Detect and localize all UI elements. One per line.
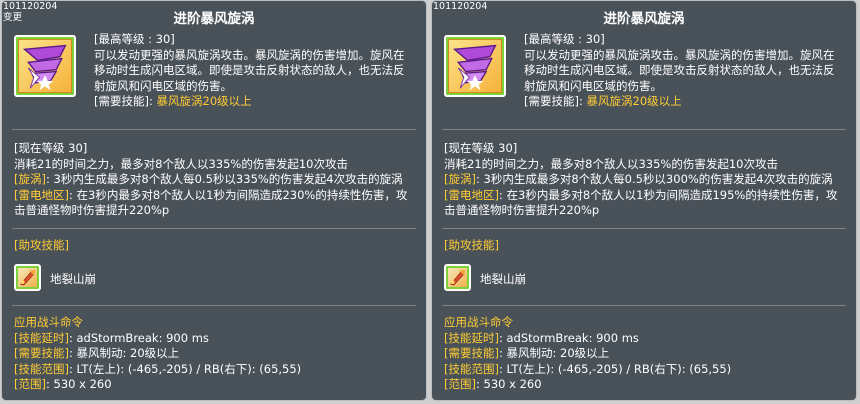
desc-line-3: 射旋风和闪电区域的伤害。: [94, 78, 232, 93]
assist-skill-name: 地裂山崩: [480, 272, 526, 286]
battle-command-block: 应用战斗命令 [技能延时]: adStormBreak: 900 ms [需要技…: [444, 315, 850, 393]
vortex-text: : 3秒内生成最多对8个敌人每0.5秒以300%的伤害发起4次攻击的旋涡: [475, 172, 833, 186]
current-line-1: 消耗21的时间之力，最多对8个敌人以335%的伤害发起10次攻击: [14, 156, 348, 171]
required-skill-label: [需要技能]:: [524, 94, 587, 108]
area-line: [范围]: 530 x 260: [14, 377, 420, 393]
lightning-text: : 在3秒内最多对8个敌人以1秒为间隔造成195%的持续性伤害，攻: [498, 187, 838, 202]
required-skill-value: 暴风旋涡20级以上: [586, 94, 682, 108]
battle-command-header: 应用战斗命令: [444, 315, 513, 329]
range-text: : LT(左上): (-465,-205) / RB(右下): (65,55): [68, 361, 302, 376]
req-tag: [需要技能]: [444, 346, 499, 360]
area-text: : 530 x 260: [45, 377, 112, 391]
divider: [442, 305, 846, 306]
required-skill-value: 暴风旋涡20级以上: [156, 94, 252, 108]
assist-header: [助攻技能]: [14, 238, 69, 252]
vortex-tag: [旋涡]: [444, 172, 476, 186]
divider: [12, 305, 416, 306]
desc-line-3: 射旋风和闪电区域的伤害。: [524, 78, 662, 93]
skill-description: [最高等级 : 30] 可以发动更强的暴风旋涡攻击。暴风旋涡的伤害增加。旋风在 …: [524, 32, 850, 110]
skill-title: 进阶暴风旋涡: [603, 11, 685, 27]
lightning-tag: [雷电地区]: [444, 187, 499, 202]
battle-command-block: 应用战斗命令 [技能延时]: adStormBreak: 900 ms [需要技…: [14, 315, 420, 393]
area-tag: [范围]: [444, 377, 476, 391]
vortex-tag: [旋涡]: [14, 172, 46, 186]
area-tag: [范围]: [14, 377, 46, 391]
delay-tag: [技能延时]: [14, 330, 69, 345]
lightning-tag: [雷电地区]: [14, 187, 69, 202]
battle-command-header: 应用战斗命令: [14, 315, 83, 329]
current-line-1: 消耗21的时间之力，最多对8个敌人以335%的伤害发起10次攻击: [444, 156, 778, 171]
desc-line-2: 移动时生成闪电区域。即使是攻击反射状态的敌人，也无法反: [524, 63, 835, 77]
area-line: [范围]: 530 x 260: [444, 377, 850, 393]
storm-vortex-skill-icon: [444, 35, 506, 97]
divider: [12, 129, 416, 130]
skill-title: 进阶暴风旋涡: [173, 11, 255, 27]
divider: [442, 228, 846, 229]
vortex-line: [旋涡]: 3秒内生成最多对8个敌人每0.5秒以335%的伤害发起4次攻击的旋涡: [14, 172, 420, 188]
skill-tooltip-panel-left: 101120204 变更 进阶暴风旋涡 [最高等级 : 30] 可以发动更强的暴…: [1, 0, 427, 401]
current-level-block: [现在等级 30] 消耗21的时间之力，最多对8个敌人以335%的伤害发起10次…: [14, 141, 420, 219]
delay-text: : adStormBreak: 900 ms: [498, 330, 639, 345]
delay-line: [技能延时]: adStormBreak: 900 ms: [14, 331, 420, 347]
max-level-text: [最高等级 : 30]: [524, 32, 605, 46]
assist-header-block: [助攻技能]: [444, 238, 850, 254]
range-line: [技能范围]: LT(左上): (-465,-205) / RB(右下): (6…: [14, 362, 420, 378]
earth-split-skill-icon: [14, 264, 41, 291]
assist-header: [助攻技能]: [444, 238, 499, 252]
required-skill-label: [需要技能]:: [94, 94, 157, 108]
divider: [442, 129, 846, 130]
delay-line: [技能延时]: adStormBreak: 900 ms: [444, 331, 850, 347]
lightning-line-2: 击普通怪物时伤害提升220%p: [14, 203, 170, 217]
desc-line-1: 可以发动更强的暴风旋涡攻击。暴风旋涡的伤害增加。旋风在: [524, 47, 835, 62]
req-line: [需要技能]: 暴风制动: 20级以上: [14, 346, 420, 362]
range-tag: [技能范围]: [444, 361, 499, 376]
lightning-line: [雷电地区]: 在3秒内最多对8个敌人以1秒为间隔造成195%的持续性伤害，攻: [444, 188, 850, 204]
req-text: : 暴风制动: 20级以上: [498, 346, 610, 360]
skill-description: [最高等级 : 30] 可以发动更强的暴风旋涡攻击。暴风旋涡的伤害增加。旋风在 …: [94, 32, 420, 110]
desc-line-2: 移动时生成闪电区域。即使是攻击反射状态的敌人，也无法反: [94, 63, 405, 77]
skill-tooltip-panel-right: 101120204 进阶暴风旋涡 [最高等级 : 30] 可以发动更强的暴风旋涡…: [431, 0, 857, 401]
required-skill-line: [需要技能]: 暴风旋涡20级以上: [524, 94, 850, 110]
earth-split-skill-icon: [444, 264, 471, 291]
lightning-text: : 在3秒内最多对8个敌人以1秒为间隔造成230%的持续性伤害，攻: [68, 187, 408, 202]
assist-header-block: [助攻技能]: [14, 238, 420, 254]
current-level-block: [现在等级 30] 消耗21的时间之力，最多对8个敌人以335%的伤害发起10次…: [444, 141, 850, 219]
range-text: : LT(左上): (-465,-205) / RB(右下): (65,55): [498, 361, 732, 376]
lightning-line: [雷电地区]: 在3秒内最多对8个敌人以1秒为间隔造成230%的持续性伤害，攻: [14, 188, 420, 204]
lightning-line-2: 击普通怪物时伤害提升220%p: [444, 203, 600, 217]
storm-vortex-skill-icon: [14, 35, 76, 97]
area-text: : 530 x 260: [475, 377, 542, 391]
assist-skill-name: 地裂山崩: [50, 272, 96, 286]
divider: [12, 228, 416, 229]
req-line: [需要技能]: 暴风制动: 20级以上: [444, 346, 850, 362]
delay-tag: [技能延时]: [444, 330, 499, 345]
req-tag: [需要技能]: [14, 346, 69, 360]
desc-line-1: 可以发动更强的暴风旋涡攻击。暴风旋涡的伤害增加。旋风在: [94, 47, 405, 62]
vortex-line: [旋涡]: 3秒内生成最多对8个敌人每0.5秒以300%的伤害发起4次攻击的旋涡: [444, 172, 850, 188]
max-level-text: [最高等级 : 30]: [94, 32, 175, 46]
vortex-text: : 3秒内生成最多对8个敌人每0.5秒以335%的伤害发起4次攻击的旋涡: [45, 172, 403, 186]
range-line: [技能范围]: LT(左上): (-465,-205) / RB(右下): (6…: [444, 362, 850, 378]
req-text: : 暴风制动: 20级以上: [68, 346, 180, 360]
delay-text: : adStormBreak: 900 ms: [68, 330, 209, 345]
required-skill-line: [需要技能]: 暴风旋涡20级以上: [94, 94, 420, 110]
range-tag: [技能范围]: [14, 361, 69, 376]
current-level-text: [现在等级 30]: [444, 141, 518, 155]
current-level-text: [现在等级 30]: [14, 141, 88, 155]
